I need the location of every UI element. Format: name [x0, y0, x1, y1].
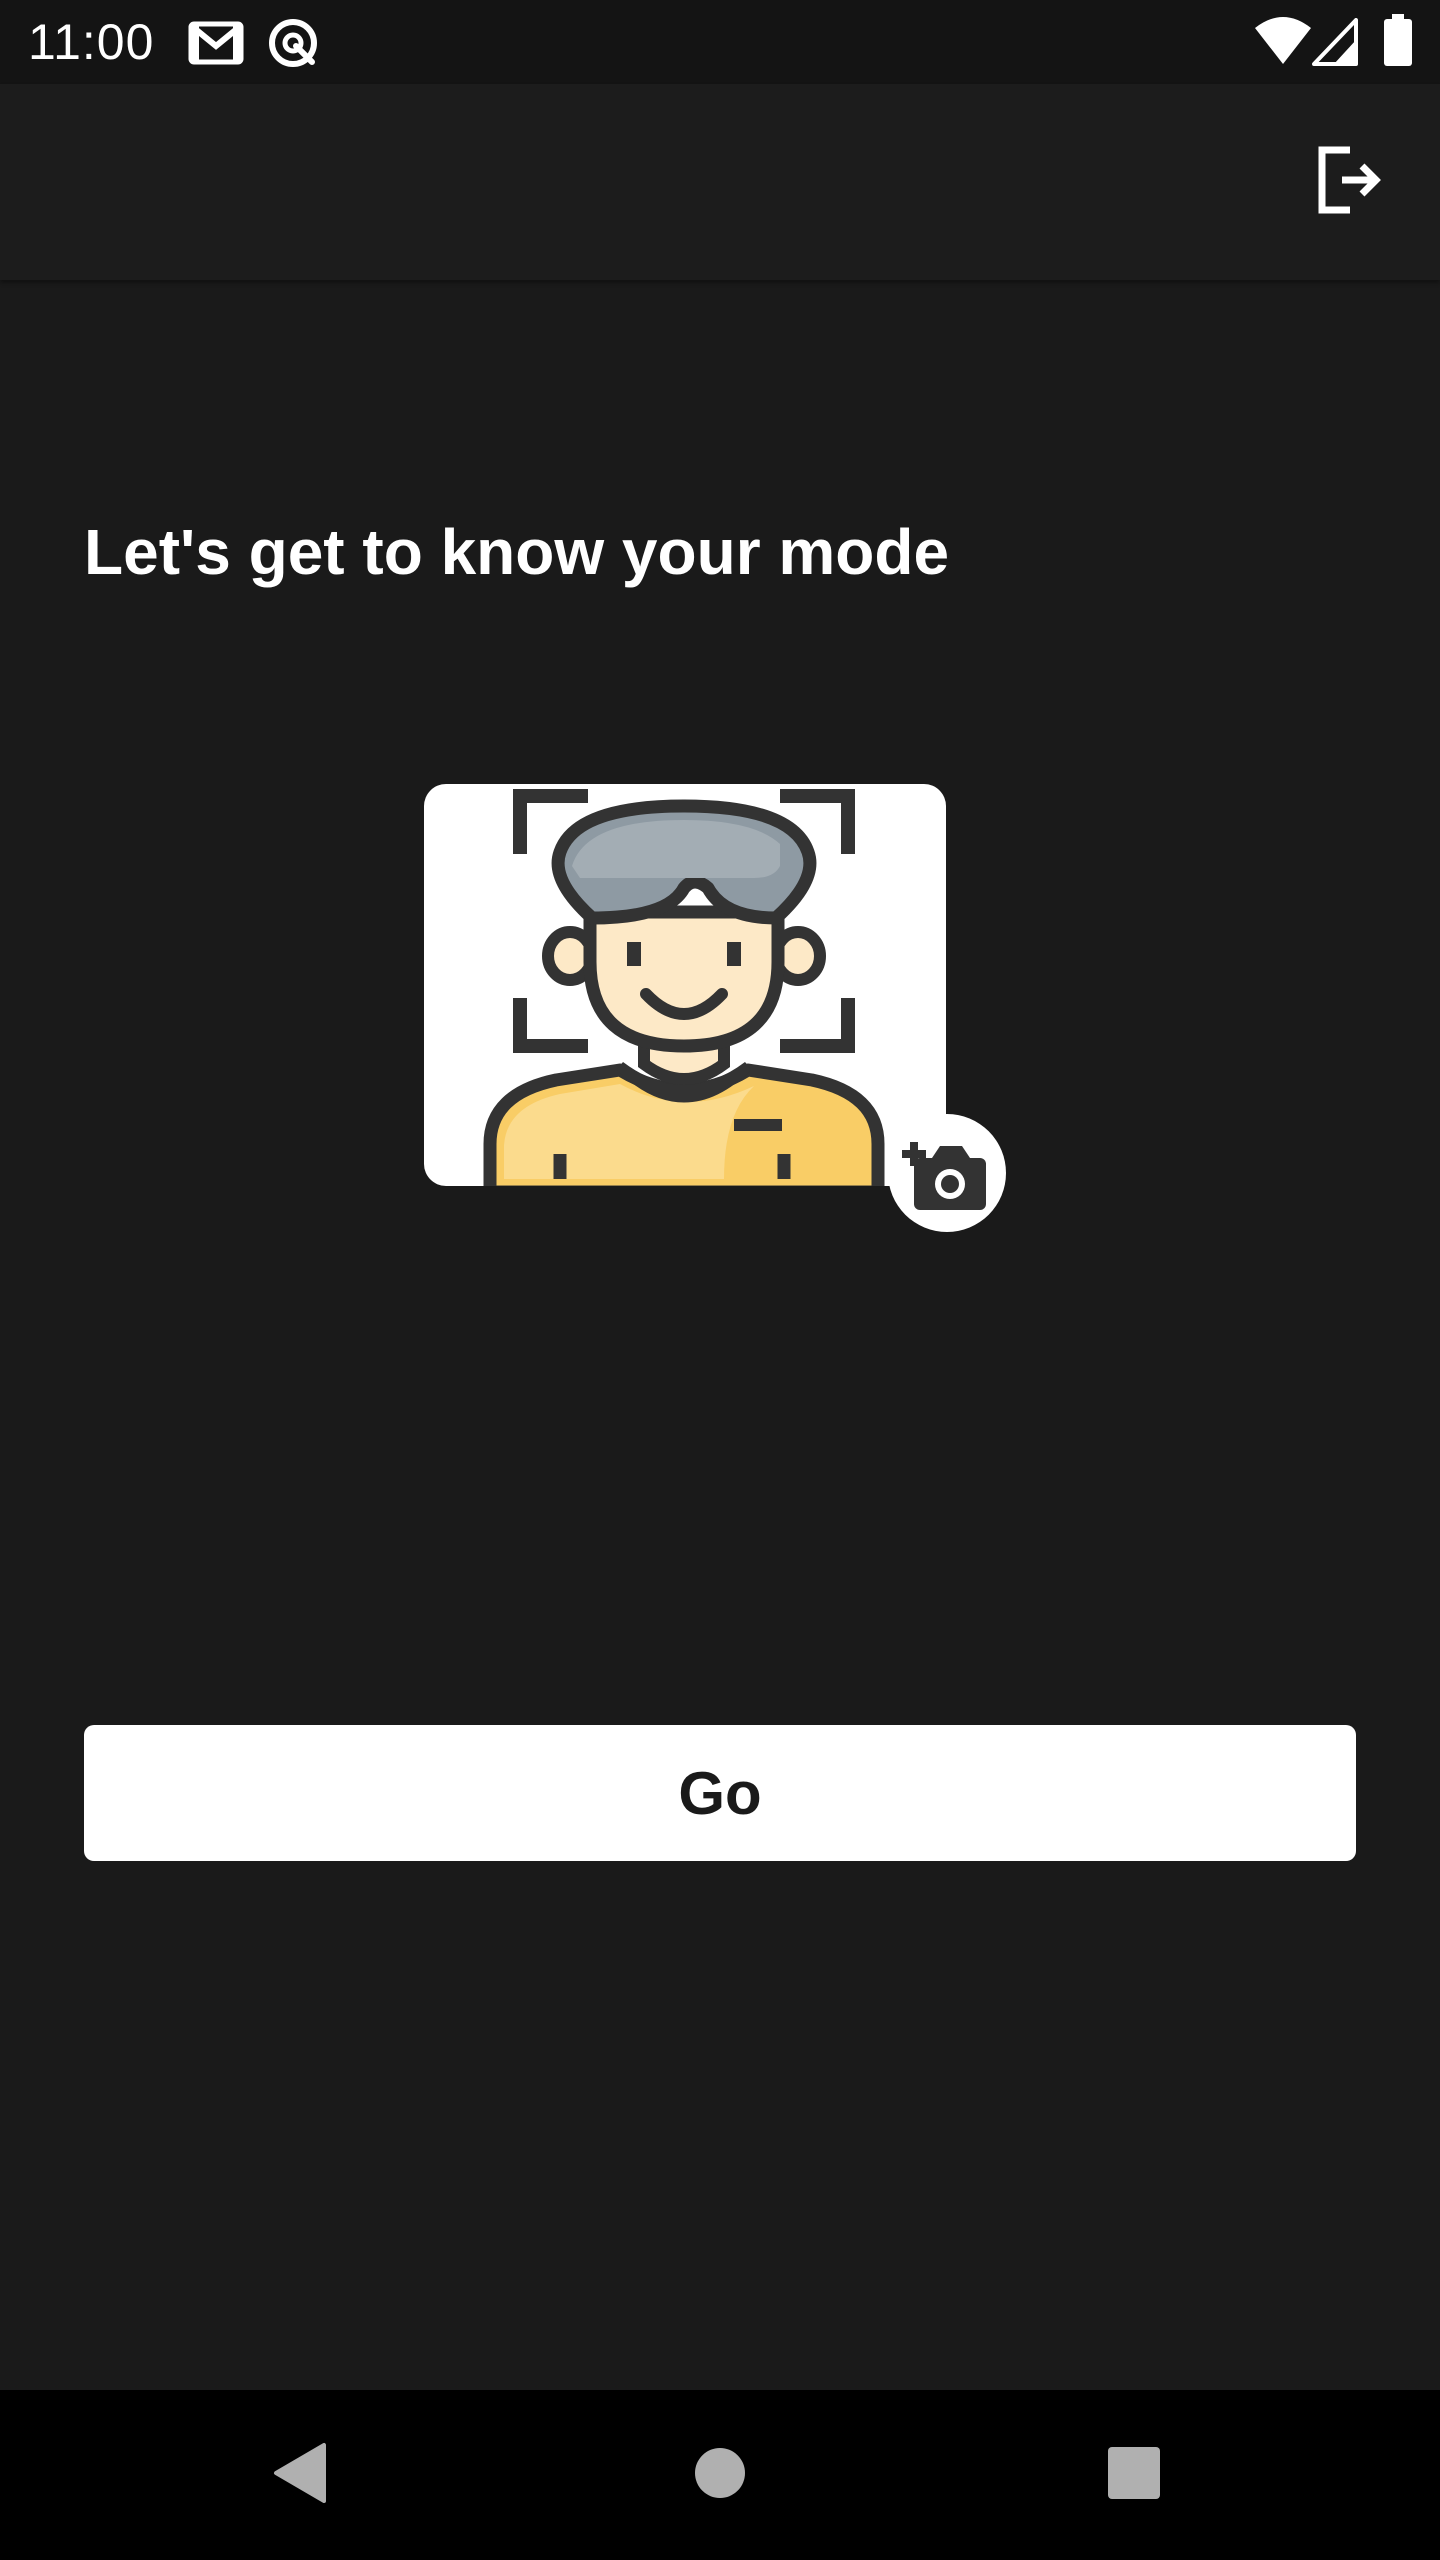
- page-title: Let's get to know your mode: [84, 516, 950, 588]
- app-bar: [0, 84, 1440, 280]
- recents-button[interactable]: [1084, 2425, 1184, 2525]
- sync-icon: [266, 16, 320, 75]
- recents-icon: [1106, 2445, 1162, 2506]
- status-bar: 11:00: [0, 0, 1440, 84]
- battery-icon: [1384, 14, 1412, 71]
- logout-button[interactable]: [1300, 134, 1396, 230]
- wifi-icon: [1254, 16, 1312, 71]
- go-button[interactable]: Go: [84, 1725, 1356, 1861]
- back-button[interactable]: [250, 2425, 350, 2525]
- add-camera-button[interactable]: [888, 1114, 1006, 1232]
- add-camera-icon: [888, 1114, 1006, 1236]
- back-icon: [270, 2441, 330, 2510]
- home-icon: [693, 2446, 747, 2505]
- navigation-bar: [0, 2390, 1440, 2560]
- main-content: Let's get to know your mode: [0, 280, 1440, 2390]
- status-time: 11:00: [28, 14, 155, 70]
- logout-icon: [1312, 144, 1384, 221]
- home-button[interactable]: [670, 2425, 770, 2525]
- cell-signal-icon: [1312, 18, 1360, 71]
- gmail-icon: [188, 18, 244, 71]
